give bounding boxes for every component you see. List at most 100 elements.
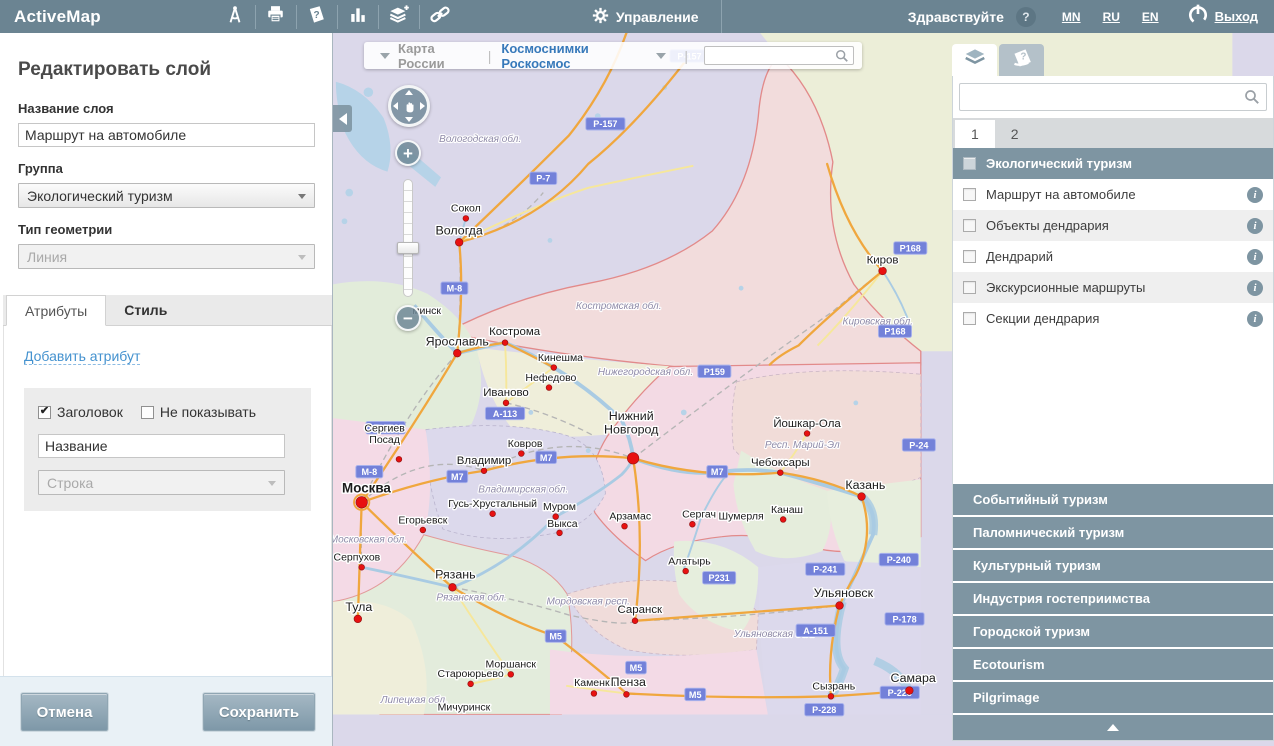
layer-row[interactable]: Экскурсионные маршрутыi bbox=[953, 272, 1273, 303]
print-button[interactable] bbox=[256, 0, 296, 33]
attribute-name-input[interactable] bbox=[38, 434, 285, 458]
layer-name-input[interactable] bbox=[18, 123, 315, 147]
collapsed-group-header[interactable]: Культурный туризм bbox=[953, 550, 1273, 581]
title-checkbox[interactable] bbox=[38, 406, 51, 419]
basemap-label[interactable]: Карта России bbox=[398, 41, 478, 71]
zoom-slider-handle[interactable] bbox=[397, 242, 419, 254]
hide-checkbox[interactable] bbox=[141, 406, 154, 419]
measure-tool-button[interactable] bbox=[215, 0, 255, 33]
layer-checkbox[interactable] bbox=[963, 281, 976, 294]
collapsed-group-header[interactable]: Pilgrimage bbox=[953, 682, 1273, 713]
collapsed-group-header[interactable]: Паломнический туризм bbox=[953, 517, 1273, 548]
layer-row[interactable]: Дендрарий i bbox=[953, 241, 1273, 272]
map-city-label: Алатырь bbox=[668, 555, 711, 567]
map-city-label: Егорьевск bbox=[398, 514, 447, 526]
group-select-value: Экологический туризм bbox=[27, 188, 173, 204]
map-city-label: Пенза bbox=[611, 675, 646, 689]
panel-footer: Отмена Сохранить bbox=[0, 676, 332, 746]
collapse-left-panel-button[interactable] bbox=[333, 105, 352, 132]
zoom-out-button[interactable]: − bbox=[395, 305, 421, 331]
help-book-button[interactable]: ? bbox=[297, 0, 337, 33]
gear-icon bbox=[592, 7, 609, 27]
group-checkbox[interactable] bbox=[963, 157, 976, 170]
map-road-badge: Р168 bbox=[878, 325, 911, 337]
svg-text:М-8: М-8 bbox=[362, 467, 378, 477]
layer-row[interactable]: Маршрут на автомобиле i bbox=[953, 179, 1273, 210]
layer-row[interactable]: Объекты дендрария i bbox=[953, 210, 1273, 241]
layer-label: Объекты дендрария bbox=[986, 218, 1237, 233]
layer-checkbox[interactable] bbox=[963, 219, 976, 232]
group-select[interactable]: Экологический туризм bbox=[18, 183, 315, 208]
collapsed-groups: Событийный туризм Паломнический туризм Кул… bbox=[953, 482, 1273, 713]
group-title: Паломнический туризм bbox=[973, 525, 1124, 540]
app-header: ActiveMap ? Управление Здравствуйте ? bbox=[0, 0, 1274, 33]
overlay-dropdown-arrow[interactable] bbox=[656, 53, 666, 59]
map-road-badge: М5 bbox=[626, 661, 647, 673]
tab-style[interactable]: Стиль bbox=[106, 295, 185, 325]
collapse-panel-button[interactable] bbox=[953, 715, 1273, 740]
help-button[interactable]: ? bbox=[1016, 7, 1036, 27]
attributes-tab-content: Добавить атрибут Заголовок Не показывать… bbox=[3, 326, 332, 678]
lang-ru[interactable]: RU bbox=[1103, 10, 1120, 24]
info-icon[interactable]: i bbox=[1247, 249, 1263, 265]
collapsed-group-header[interactable]: Индустрия гостеприимства bbox=[953, 583, 1273, 614]
layer-group-header[interactable]: Экологический туризм bbox=[953, 148, 1273, 179]
info-icon[interactable]: i bbox=[1247, 187, 1263, 203]
map-city-label: Сокол bbox=[451, 203, 481, 215]
svg-text:Р-228: Р-228 bbox=[812, 705, 836, 715]
link-button[interactable] bbox=[420, 0, 460, 33]
geometry-select-value: Линия bbox=[27, 249, 67, 265]
map-city-dot bbox=[546, 385, 552, 391]
layer-row[interactable]: Секции дендрарияi bbox=[953, 303, 1273, 334]
map-city-dot bbox=[508, 671, 514, 677]
pan-left-icon bbox=[393, 102, 398, 110]
zoom-slider[interactable] bbox=[403, 179, 413, 297]
map-road-badge: А-113 bbox=[485, 407, 524, 419]
page-tab-1[interactable]: 1 bbox=[955, 120, 995, 148]
print-icon bbox=[266, 5, 285, 28]
bar-chart-button[interactable] bbox=[338, 0, 378, 33]
layer-checkbox[interactable] bbox=[963, 312, 976, 325]
add-layer-button[interactable] bbox=[379, 0, 419, 33]
collapsed-group-header[interactable]: Ecotourism bbox=[953, 649, 1273, 680]
layers-search-input[interactable] bbox=[966, 90, 1244, 105]
layer-checkbox[interactable] bbox=[963, 250, 976, 263]
layer-label: Маршрут на автомобиле bbox=[986, 187, 1237, 202]
lang-mn[interactable]: MN bbox=[1062, 10, 1081, 24]
lang-en[interactable]: EN bbox=[1142, 10, 1159, 24]
collapsed-group-header[interactable]: Событийный туризм bbox=[953, 484, 1273, 515]
overlay-label[interactable]: Космоснимки Роскосмос bbox=[501, 41, 648, 71]
tab-attributes[interactable]: Атрибуты bbox=[6, 295, 106, 326]
tab-layers[interactable] bbox=[952, 44, 997, 76]
map-city-dot bbox=[396, 456, 402, 462]
page-tab-2[interactable]: 2 bbox=[995, 120, 1035, 148]
basemap-dropdown-arrow[interactable] bbox=[380, 53, 390, 59]
collapsed-group-header[interactable]: Городской туризм bbox=[953, 616, 1273, 647]
cancel-button[interactable]: Отмена bbox=[21, 693, 108, 731]
map-road-badge: Р231 bbox=[703, 572, 736, 584]
add-attribute-link[interactable]: Добавить атрибут bbox=[24, 348, 140, 365]
info-icon[interactable]: i bbox=[1247, 280, 1263, 296]
map-road-badge: Р-24 bbox=[902, 439, 935, 451]
map-city-label: Владимир bbox=[457, 455, 511, 467]
info-icon[interactable]: i bbox=[1247, 311, 1263, 327]
header-right: Здравствуйте ? MN RU EN Выход bbox=[908, 3, 1274, 30]
save-button[interactable]: Сохранить bbox=[203, 693, 315, 731]
pan-up-icon bbox=[405, 90, 413, 95]
info-icon[interactable]: i bbox=[1247, 218, 1263, 234]
group-title: Культурный туризм bbox=[973, 558, 1101, 573]
logout-button[interactable]: Выход bbox=[1187, 3, 1258, 30]
map-search-box bbox=[704, 46, 854, 65]
zoom-in-button[interactable]: + bbox=[395, 140, 421, 166]
map-pan-control[interactable] bbox=[388, 85, 430, 127]
map-city-label: Тула bbox=[345, 600, 372, 614]
group-title: Ecotourism bbox=[973, 657, 1045, 672]
tab-legend[interactable]: ? bbox=[999, 44, 1044, 76]
layer-checkbox[interactable] bbox=[963, 188, 976, 201]
map-region-label: Московская обл. bbox=[333, 533, 407, 545]
map-search-input[interactable] bbox=[709, 49, 835, 63]
management-button[interactable]: Управление bbox=[570, 0, 721, 33]
hide-checkbox-label: Не показывать bbox=[160, 404, 256, 420]
chevron-down-icon bbox=[298, 194, 306, 199]
layer-label: Дендрарий bbox=[986, 249, 1237, 264]
